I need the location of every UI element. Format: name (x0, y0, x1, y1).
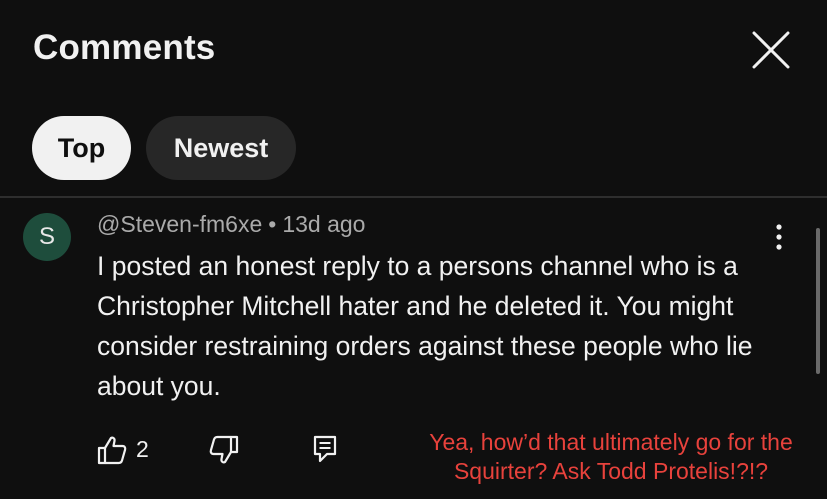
meta-separator: • (268, 211, 277, 237)
comment-text: I posted an honest reply to a persons ch… (97, 251, 753, 401)
thumb-down-icon (209, 435, 239, 464)
close-icon (752, 31, 790, 69)
like-button[interactable] (96, 434, 128, 466)
like-count: 2 (136, 436, 149, 462)
overlay-caption: Yea, how’d that ultimately go for the Sq… (402, 428, 820, 486)
comment-author[interactable]: @Steven-fm6xe (97, 211, 262, 237)
reply-button[interactable] (313, 435, 337, 463)
avatar-letter: S (38, 223, 55, 250)
scrollbar[interactable] (816, 228, 820, 374)
close-button[interactable] (750, 29, 792, 71)
comment-time: 13d ago (282, 211, 366, 237)
thumb-up-icon (97, 436, 127, 465)
overlay-line-2: Squirter? Ask Todd Protelis!?!? (453, 458, 769, 484)
comment-meta: @Steven-fm6xe • 13d ago (97, 211, 365, 238)
page-title: Comments (33, 28, 216, 67)
avatar[interactable]: S (23, 213, 71, 261)
filter-chip-top[interactable]: Top (32, 116, 131, 180)
divider (0, 196, 827, 198)
filter-chip-newest[interactable]: Newest (146, 116, 296, 180)
overlay-line-1: Yea, how’d that ultimately go for the (429, 429, 793, 455)
comment-reply-icon (313, 435, 337, 463)
dislike-button[interactable] (208, 434, 240, 466)
